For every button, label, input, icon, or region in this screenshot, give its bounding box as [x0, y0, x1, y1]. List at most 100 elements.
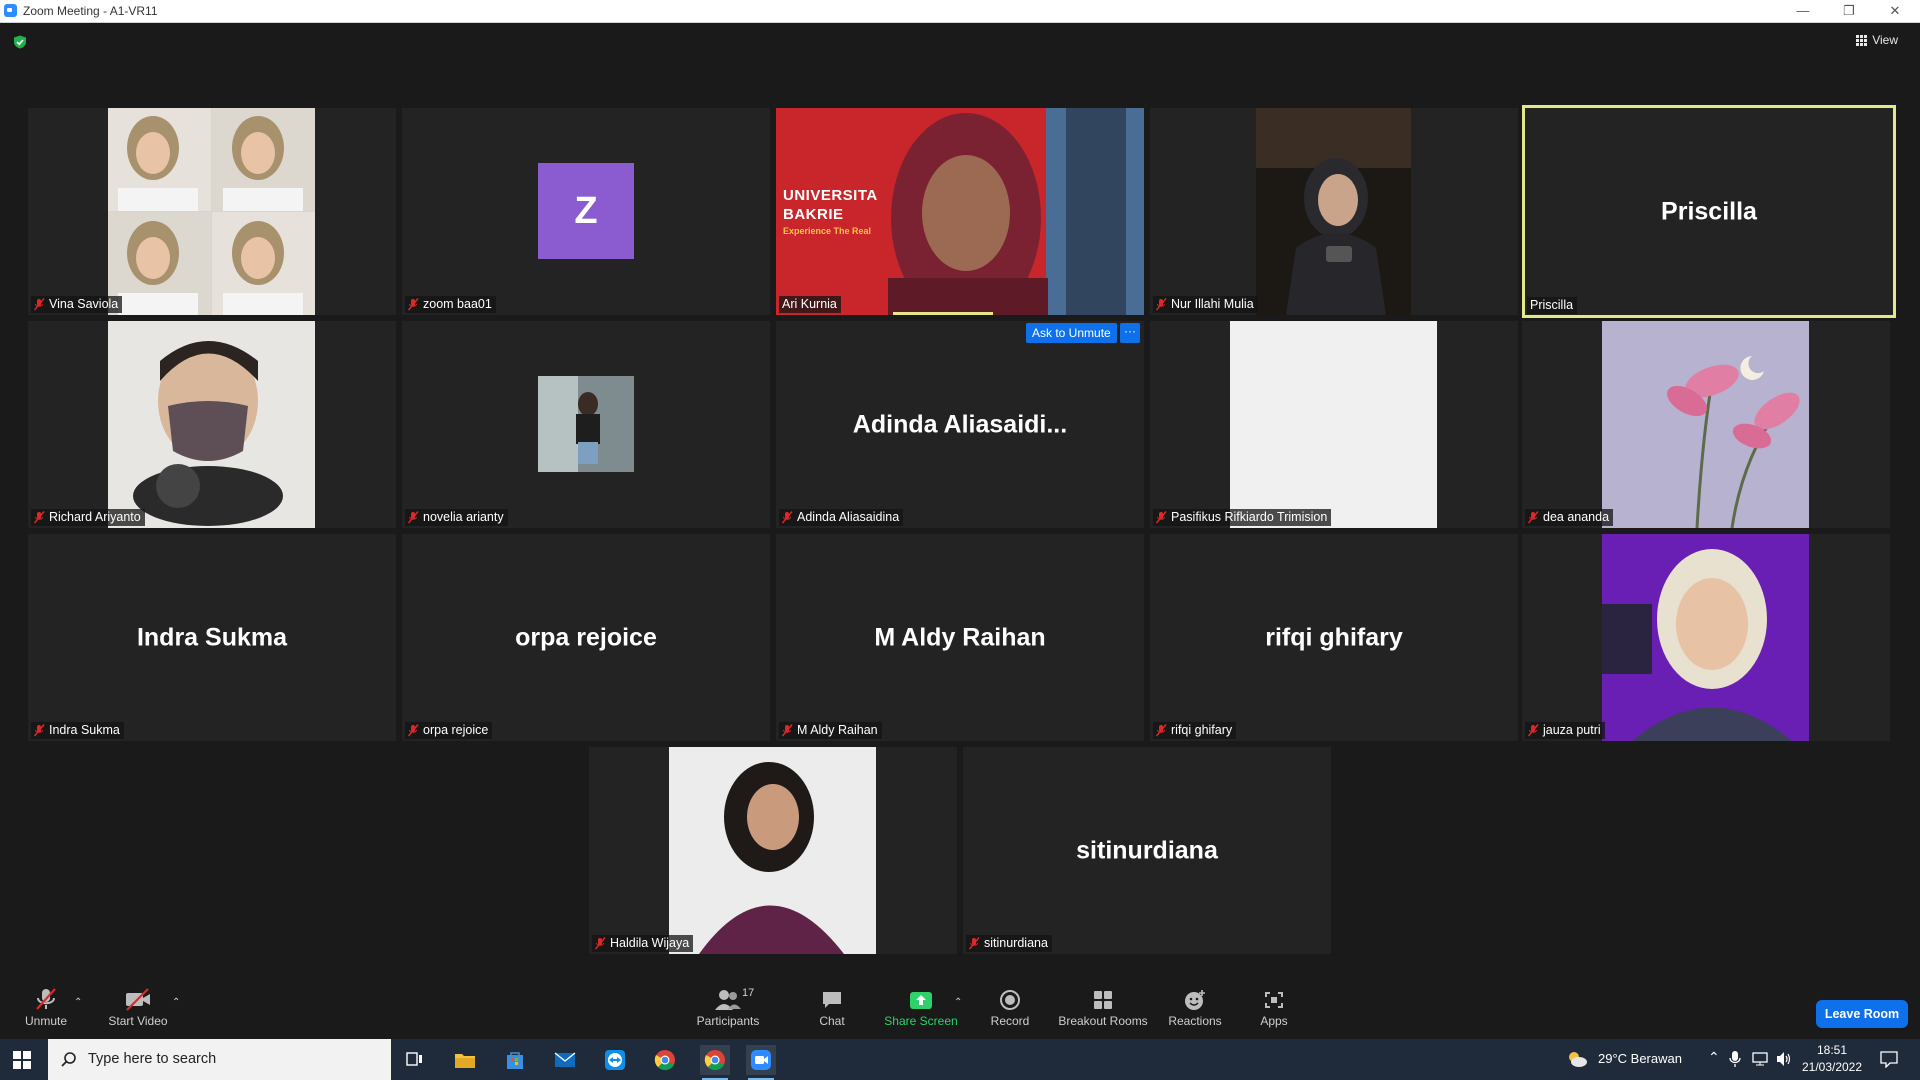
participant-display-name: rifqi ghifary: [1265, 623, 1403, 651]
participant-tile[interactable]: Haldila Wijaya: [589, 747, 957, 954]
share-screen-button[interactable]: Share Screen: [884, 987, 958, 1028]
participant-tile[interactable]: Indra Sukma Indra Sukma: [28, 534, 396, 741]
leave-room-button[interactable]: Leave Room: [1816, 1000, 1908, 1028]
participants-button[interactable]: 17 Participants: [690, 987, 766, 1028]
participant-name-label: M Aldy Raihan: [779, 722, 882, 739]
grid-view-icon: [1856, 34, 1868, 46]
banner-text: UNIVERSITA: [783, 187, 878, 204]
participant-tile[interactable]: orpa rejoice orpa rejoice: [402, 534, 770, 741]
file-explorer-icon[interactable]: [450, 1045, 480, 1075]
participant-tile[interactable]: dea ananda: [1522, 321, 1890, 528]
participant-name-label: Nur Illahi Mulia: [1153, 296, 1258, 313]
start-video-button[interactable]: Start Video: [106, 987, 170, 1028]
participant-tile[interactable]: UNIVERSITA BAKRIE Experience The Real Ar…: [776, 108, 1144, 315]
chrome-active-window-icon[interactable]: [700, 1045, 730, 1080]
participant-tile[interactable]: sitinurdiana sitinurdiana: [963, 747, 1331, 954]
mic-muted-icon: [408, 511, 419, 524]
reactions-button[interactable]: Reactions: [1166, 987, 1224, 1028]
apps-icon: [1265, 992, 1283, 1008]
breakout-rooms-button[interactable]: Breakout Rooms: [1058, 987, 1148, 1028]
participant-name-label: orpa rejoice: [405, 722, 493, 739]
video-off-icon: [126, 988, 150, 1011]
profile-picture: [538, 376, 634, 472]
search-placeholder: Type here to search: [88, 1051, 217, 1067]
participant-name-label: Pasifikus Rifkiardo Trimision: [1153, 509, 1332, 526]
view-label: View: [1872, 33, 1898, 47]
mic-muted-icon: [1156, 298, 1167, 311]
minimize-button[interactable]: —: [1780, 1, 1826, 21]
clock-date[interactable]: 21/03/2022: [1800, 1060, 1864, 1074]
chrome-icon[interactable]: [650, 1045, 680, 1075]
teamviewer-icon[interactable]: [600, 1045, 630, 1075]
avatar: Z: [538, 163, 634, 259]
mic-muted-icon: [969, 937, 980, 950]
video-feed-image: [1256, 108, 1411, 315]
mic-muted-icon: [1156, 511, 1167, 524]
participant-display-name: M Aldy Raihan: [874, 623, 1046, 651]
more-options-button[interactable]: ···: [1120, 323, 1140, 343]
profile-picture: [1602, 321, 1809, 528]
participants-icon: [715, 990, 741, 1010]
ask-to-unmute-button[interactable]: Ask to Unmute: [1026, 323, 1117, 343]
mic-muted-icon: [1528, 511, 1539, 524]
speaking-indicator: [893, 312, 993, 315]
chat-icon: [823, 992, 841, 1008]
participant-tile[interactable]: M Aldy Raihan M Aldy Raihan: [776, 534, 1144, 741]
participant-name-label: dea ananda: [1525, 509, 1614, 526]
participant-name-label: sitinurdiana: [966, 935, 1052, 952]
show-hidden-icons-icon[interactable]: ⌃: [1708, 1049, 1720, 1066]
restore-button[interactable]: ❐: [1826, 1, 1872, 21]
zoom-app-icon[interactable]: [746, 1045, 776, 1080]
participant-tile[interactable]: Z zoom baa01: [402, 108, 770, 315]
microsoft-store-icon[interactable]: [500, 1045, 530, 1075]
share-options-caret-icon[interactable]: ⌃: [954, 997, 962, 1008]
participant-tile[interactable]: Nur Illahi Mulia: [1150, 108, 1518, 315]
participant-tile[interactable]: Adinda Aliasaidi... Adinda Aliasaidina: [776, 321, 1144, 528]
weather-text[interactable]: 29°C Berawan: [1598, 1051, 1682, 1066]
participant-tile[interactable]: novelia arianty: [402, 321, 770, 528]
meeting-toolbar: Unmute ⌃ Start Video ⌃ 17 Participants C…: [0, 975, 1920, 1038]
banner-text: BAKRIE: [783, 206, 844, 223]
apps-button[interactable]: Apps: [1254, 987, 1294, 1028]
notifications-icon[interactable]: [1880, 1050, 1898, 1071]
task-view-icon[interactable]: [400, 1045, 430, 1075]
video-feed-image: [669, 747, 876, 954]
record-button[interactable]: Record: [986, 987, 1034, 1028]
microphone-tray-icon[interactable]: [1729, 1050, 1741, 1071]
participant-tile[interactable]: jauza putri: [1522, 534, 1890, 741]
volume-icon[interactable]: [1775, 1051, 1793, 1070]
mic-muted-icon: [595, 937, 606, 950]
close-button[interactable]: ✕: [1872, 1, 1918, 21]
view-button[interactable]: View: [1856, 33, 1898, 47]
zoom-logo-icon: [4, 4, 17, 17]
mic-muted-icon: [408, 298, 419, 311]
mic-muted-icon: [34, 511, 45, 524]
mic-muted-icon: [1156, 724, 1167, 737]
unmute-button[interactable]: Unmute: [20, 987, 72, 1028]
participant-tile[interactable]: rifqi ghifary rifqi ghifary: [1150, 534, 1518, 741]
encryption-shield-icon[interactable]: [13, 35, 27, 49]
mail-icon[interactable]: [550, 1045, 580, 1075]
share-screen-icon: [910, 992, 932, 1009]
participant-name-label: Ari Kurnia: [779, 296, 841, 313]
chat-button[interactable]: Chat: [806, 987, 858, 1028]
taskbar-search-box[interactable]: Type here to search: [48, 1039, 391, 1080]
participant-name-label: zoom baa01: [405, 296, 496, 313]
weather-icon[interactable]: [1566, 1049, 1588, 1072]
network-icon[interactable]: [1752, 1051, 1770, 1070]
participant-tile-active-speaker[interactable]: Priscilla Priscilla: [1522, 105, 1896, 318]
record-icon: [1000, 990, 1020, 1010]
window-title: Zoom Meeting - A1-VR11: [23, 4, 158, 18]
windows-taskbar: Type here to search 29°C Berawan ⌃ 18:51…: [0, 1039, 1920, 1080]
mic-muted-icon: [1528, 724, 1539, 737]
audio-options-caret-icon[interactable]: ⌃: [74, 997, 82, 1008]
participant-name-label: jauza putri: [1525, 722, 1605, 739]
participant-tile[interactable]: Pasifikus Rifkiardo Trimision: [1150, 321, 1518, 528]
mic-muted-icon: [782, 511, 793, 524]
windows-start-icon[interactable]: [13, 1051, 31, 1069]
participant-tile[interactable]: Vina Saviola: [28, 108, 396, 315]
participant-tile[interactable]: Richard Ariyanto: [28, 321, 396, 528]
reactions-icon: [1185, 990, 1205, 1010]
clock-time[interactable]: 18:51: [1808, 1043, 1856, 1057]
video-options-caret-icon[interactable]: ⌃: [172, 997, 180, 1008]
